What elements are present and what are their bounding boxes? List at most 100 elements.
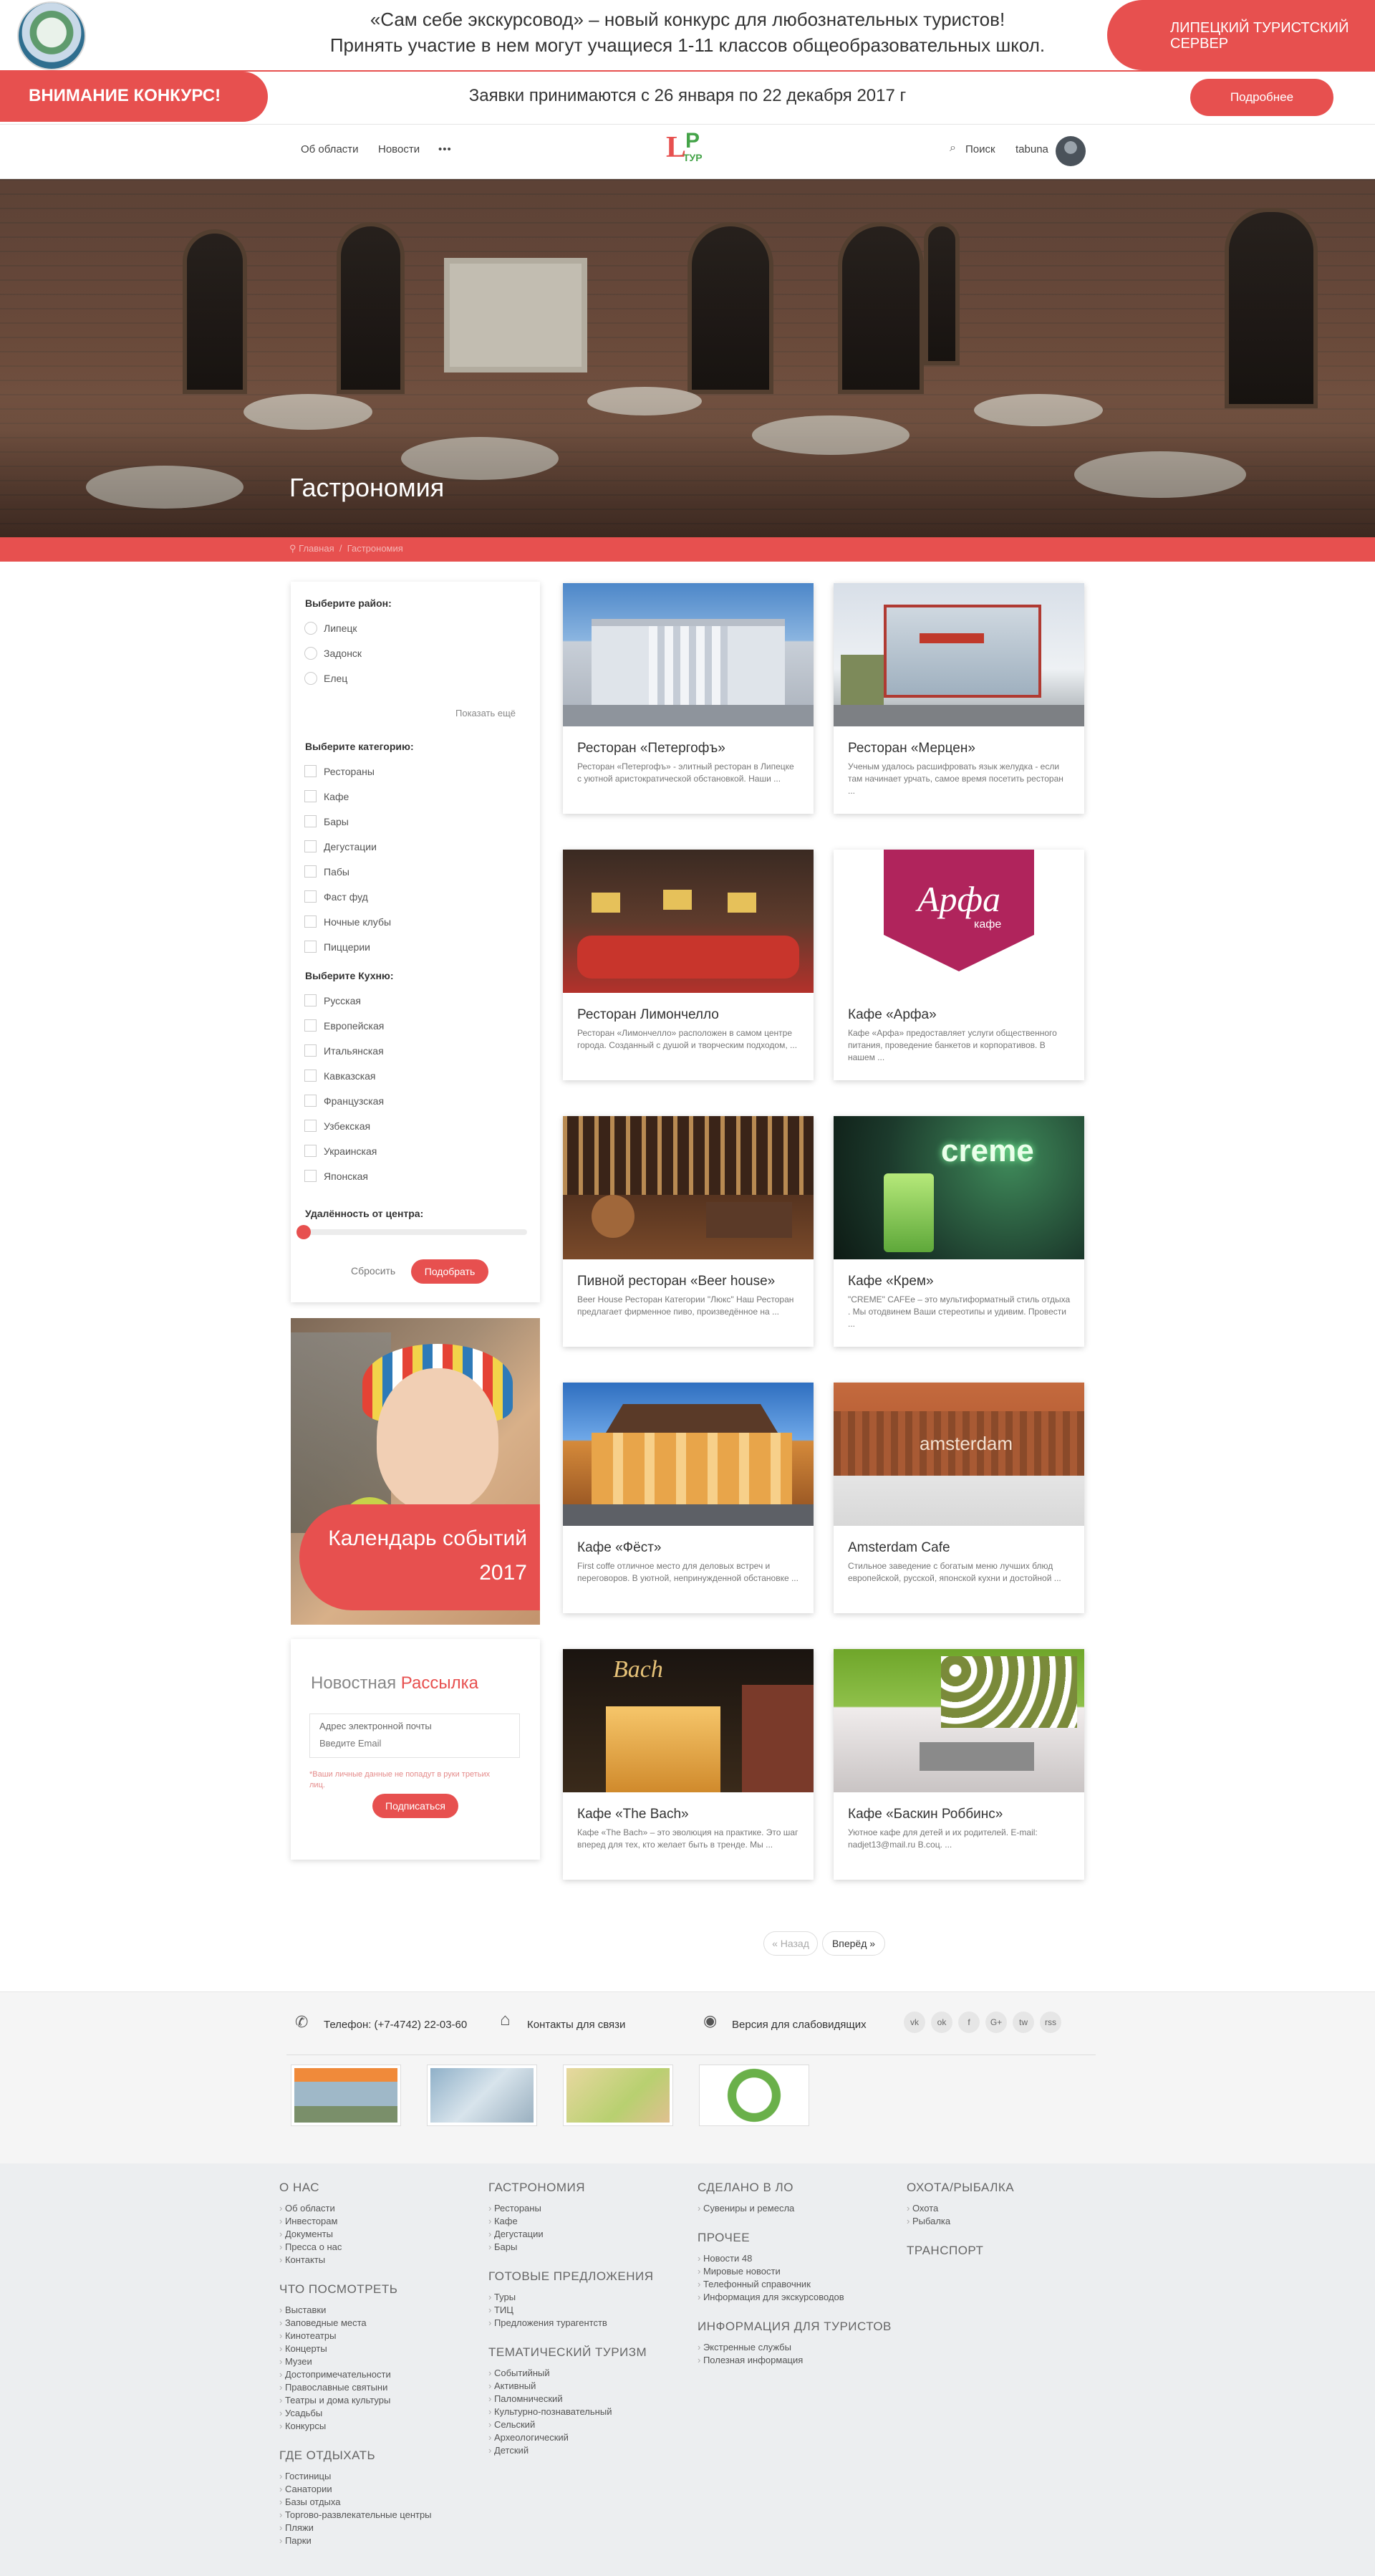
category-checkbox[interactable] xyxy=(304,790,317,802)
footer-link[interactable]: Санатории xyxy=(279,2483,332,2496)
footer-link[interactable]: Кинотеатры xyxy=(279,2330,336,2342)
footer-heading[interactable]: ГАСТРОНОМИЯ xyxy=(488,2181,585,2195)
card-title[interactable]: Пивной ресторан «Beer house» xyxy=(577,1274,806,1289)
footer-link[interactable]: Пляжи xyxy=(279,2522,314,2534)
footer-link[interactable]: Предложения турагентств xyxy=(488,2317,607,2330)
cuisine-checkbox[interactable] xyxy=(304,994,317,1006)
place-card[interactable]: Пивной ресторан «Beer house» Beer House … xyxy=(563,1116,814,1347)
footer-link[interactable]: Бары xyxy=(488,2241,517,2254)
footer-heading[interactable]: ОХОТА/РЫБАЛКА xyxy=(907,2181,1014,2195)
partner-banner-russia-travel[interactable] xyxy=(291,2065,401,2126)
pagination-prev-button[interactable]: « Назад xyxy=(763,1931,818,1956)
apply-filter-button[interactable]: Подобрать xyxy=(411,1259,488,1284)
place-card[interactable]: Арфа кафе Кафе «Арфа» Кафе «Арфа» предос… xyxy=(834,850,1084,1080)
pagination-next-button[interactable]: Вперёд » xyxy=(822,1931,885,1956)
contacts-link[interactable]: Контакты для связи xyxy=(527,2019,625,2031)
footer-heading[interactable]: О НАС xyxy=(279,2181,319,2195)
card-image[interactable]: Арфа кафе xyxy=(834,850,1084,993)
footer-link[interactable]: Заповедные места xyxy=(279,2317,367,2330)
cuisine-checkbox[interactable] xyxy=(304,1070,317,1082)
email-field[interactable] xyxy=(319,1735,513,1751)
footer-link[interactable]: Дегустации xyxy=(488,2228,544,2241)
place-card[interactable]: Ресторан «Петергофъ» Ресторан «Петергофъ… xyxy=(563,583,814,814)
cuisine-checkbox[interactable] xyxy=(304,1170,317,1182)
card-title[interactable]: Amsterdam Cafe xyxy=(848,1540,1077,1556)
card-image[interactable] xyxy=(834,583,1084,726)
footer-link[interactable]: Выставки xyxy=(279,2304,326,2317)
footer-link[interactable]: Парки xyxy=(279,2534,312,2547)
footer-link[interactable]: Культурно-познавательный xyxy=(488,2406,612,2418)
footer-link[interactable]: Сельский xyxy=(488,2418,535,2431)
card-title[interactable]: Кафе «Арфа» xyxy=(848,1007,1077,1023)
footer-link[interactable]: Базы отдыха xyxy=(279,2496,341,2509)
footer-link[interactable]: Об области xyxy=(279,2202,335,2215)
phone-number[interactable]: Телефон: (+7-4742) 22-03-60 xyxy=(324,2019,467,2031)
subscribe-button[interactable]: Подписаться xyxy=(372,1794,458,1818)
footer-link[interactable]: Пресса о нас xyxy=(279,2241,342,2254)
footer-link[interactable]: Православные святыни xyxy=(279,2381,387,2394)
footer-link[interactable]: Сувениры и ремесла xyxy=(698,2202,794,2215)
search-link[interactable]: Поиск xyxy=(965,143,995,155)
place-card[interactable]: Ресторан Лимончелло Ресторан «Лимончелло… xyxy=(563,850,814,1080)
footer-link[interactable]: Документы xyxy=(279,2228,333,2241)
category-checkbox[interactable] xyxy=(304,890,317,903)
footer-link[interactable]: Детский xyxy=(488,2444,529,2457)
footer-link[interactable]: Кафе xyxy=(488,2215,518,2228)
category-checkbox[interactable] xyxy=(304,915,317,928)
card-title[interactable]: Кафе «Крем» xyxy=(848,1274,1077,1289)
cuisine-checkbox[interactable] xyxy=(304,1019,317,1032)
twitter-icon[interactable]: tw xyxy=(1013,2012,1034,2033)
footer-link[interactable]: Полезная информация xyxy=(698,2354,803,2367)
district-radio-elets[interactable] xyxy=(304,672,317,685)
odnoklassniki-icon[interactable]: ok xyxy=(931,2012,952,2033)
footer-link[interactable]: Паломнический xyxy=(488,2393,563,2406)
nav-more-icon[interactable]: ••• xyxy=(438,143,452,155)
vk-icon[interactable]: vk xyxy=(904,2012,925,2033)
footer-link[interactable]: Конкурсы xyxy=(279,2420,326,2433)
card-image[interactable] xyxy=(563,583,814,726)
category-checkbox[interactable] xyxy=(304,941,317,953)
rss-icon[interactable]: rss xyxy=(1040,2012,1061,2033)
google-plus-icon[interactable]: G+ xyxy=(985,2012,1007,2033)
cuisine-checkbox[interactable] xyxy=(304,1044,317,1057)
search-icon[interactable]: ⌕ xyxy=(950,142,956,155)
category-checkbox[interactable] xyxy=(304,765,317,777)
card-image[interactable]: creme xyxy=(834,1116,1084,1259)
footer-heading[interactable]: ЧТО ПОСМОТРЕТЬ xyxy=(279,2282,397,2297)
footer-heading[interactable]: ГДЕ ОТДЫХАТЬ xyxy=(279,2448,375,2463)
distance-slider-track[interactable] xyxy=(301,1229,527,1235)
distance-slider-handle[interactable] xyxy=(296,1225,311,1239)
partner-banner-map[interactable] xyxy=(427,2065,537,2126)
footer-heading[interactable]: ПРОЧЕЕ xyxy=(698,2231,750,2245)
footer-link[interactable]: Гостиницы xyxy=(279,2470,331,2483)
breadcrumb-home[interactable]: Главная xyxy=(299,543,334,554)
place-card[interactable]: Ресторан «Мерцен» Ученым удалось расшифр… xyxy=(834,583,1084,814)
footer-link[interactable]: Мировые новости xyxy=(698,2265,781,2278)
footer-link[interactable]: Экстренные службы xyxy=(698,2341,791,2354)
card-title[interactable]: Кафе «Фёст» xyxy=(577,1540,806,1556)
place-card[interactable]: amsterdam Amsterdam Cafe Стильное заведе… xyxy=(834,1383,1084,1613)
footer-link[interactable]: Торгово-развлекательные центры xyxy=(279,2509,432,2522)
show-more-link[interactable]: Показать ещё xyxy=(455,708,516,719)
footer-link[interactable]: Археологический xyxy=(488,2431,569,2444)
nav-link-news[interactable]: Новости xyxy=(378,143,420,155)
footer-link[interactable]: Рестораны xyxy=(488,2202,541,2215)
footer-link[interactable]: Телефонный справочник xyxy=(698,2278,811,2291)
card-title[interactable]: Ресторан «Петергофъ» xyxy=(577,741,806,756)
card-title[interactable]: Кафе «The Bach» xyxy=(577,1807,806,1822)
place-card[interactable]: Кафе «Фёст» First coffe отличное место д… xyxy=(563,1383,814,1613)
username[interactable]: tabuna xyxy=(1015,143,1048,155)
footer-link[interactable]: Событийный xyxy=(488,2367,550,2380)
facebook-icon[interactable]: f xyxy=(958,2012,980,2033)
place-card[interactable]: Bach Кафе «The Bach» Кафе «The Bach» – э… xyxy=(563,1649,814,1880)
district-radio-zadonsk[interactable] xyxy=(304,647,317,660)
place-card[interactable]: Кафе «Баскин Роббинс» Уютное кафе для де… xyxy=(834,1649,1084,1880)
footer-link[interactable]: Информация для экскурсоводов xyxy=(698,2291,844,2304)
footer-link[interactable]: ТИЦ xyxy=(488,2304,513,2317)
partner-banner-festival[interactable] xyxy=(563,2065,673,2126)
cuisine-checkbox[interactable] xyxy=(304,1095,317,1107)
footer-link[interactable]: Рыбалка xyxy=(907,2215,950,2228)
footer-heading[interactable]: ИНФОРМАЦИЯ ДЛЯ ТУРИСТОВ xyxy=(698,2320,892,2334)
card-title[interactable]: Ресторан «Мерцен» xyxy=(848,741,1077,756)
footer-link[interactable]: Усадьбы xyxy=(279,2407,322,2420)
